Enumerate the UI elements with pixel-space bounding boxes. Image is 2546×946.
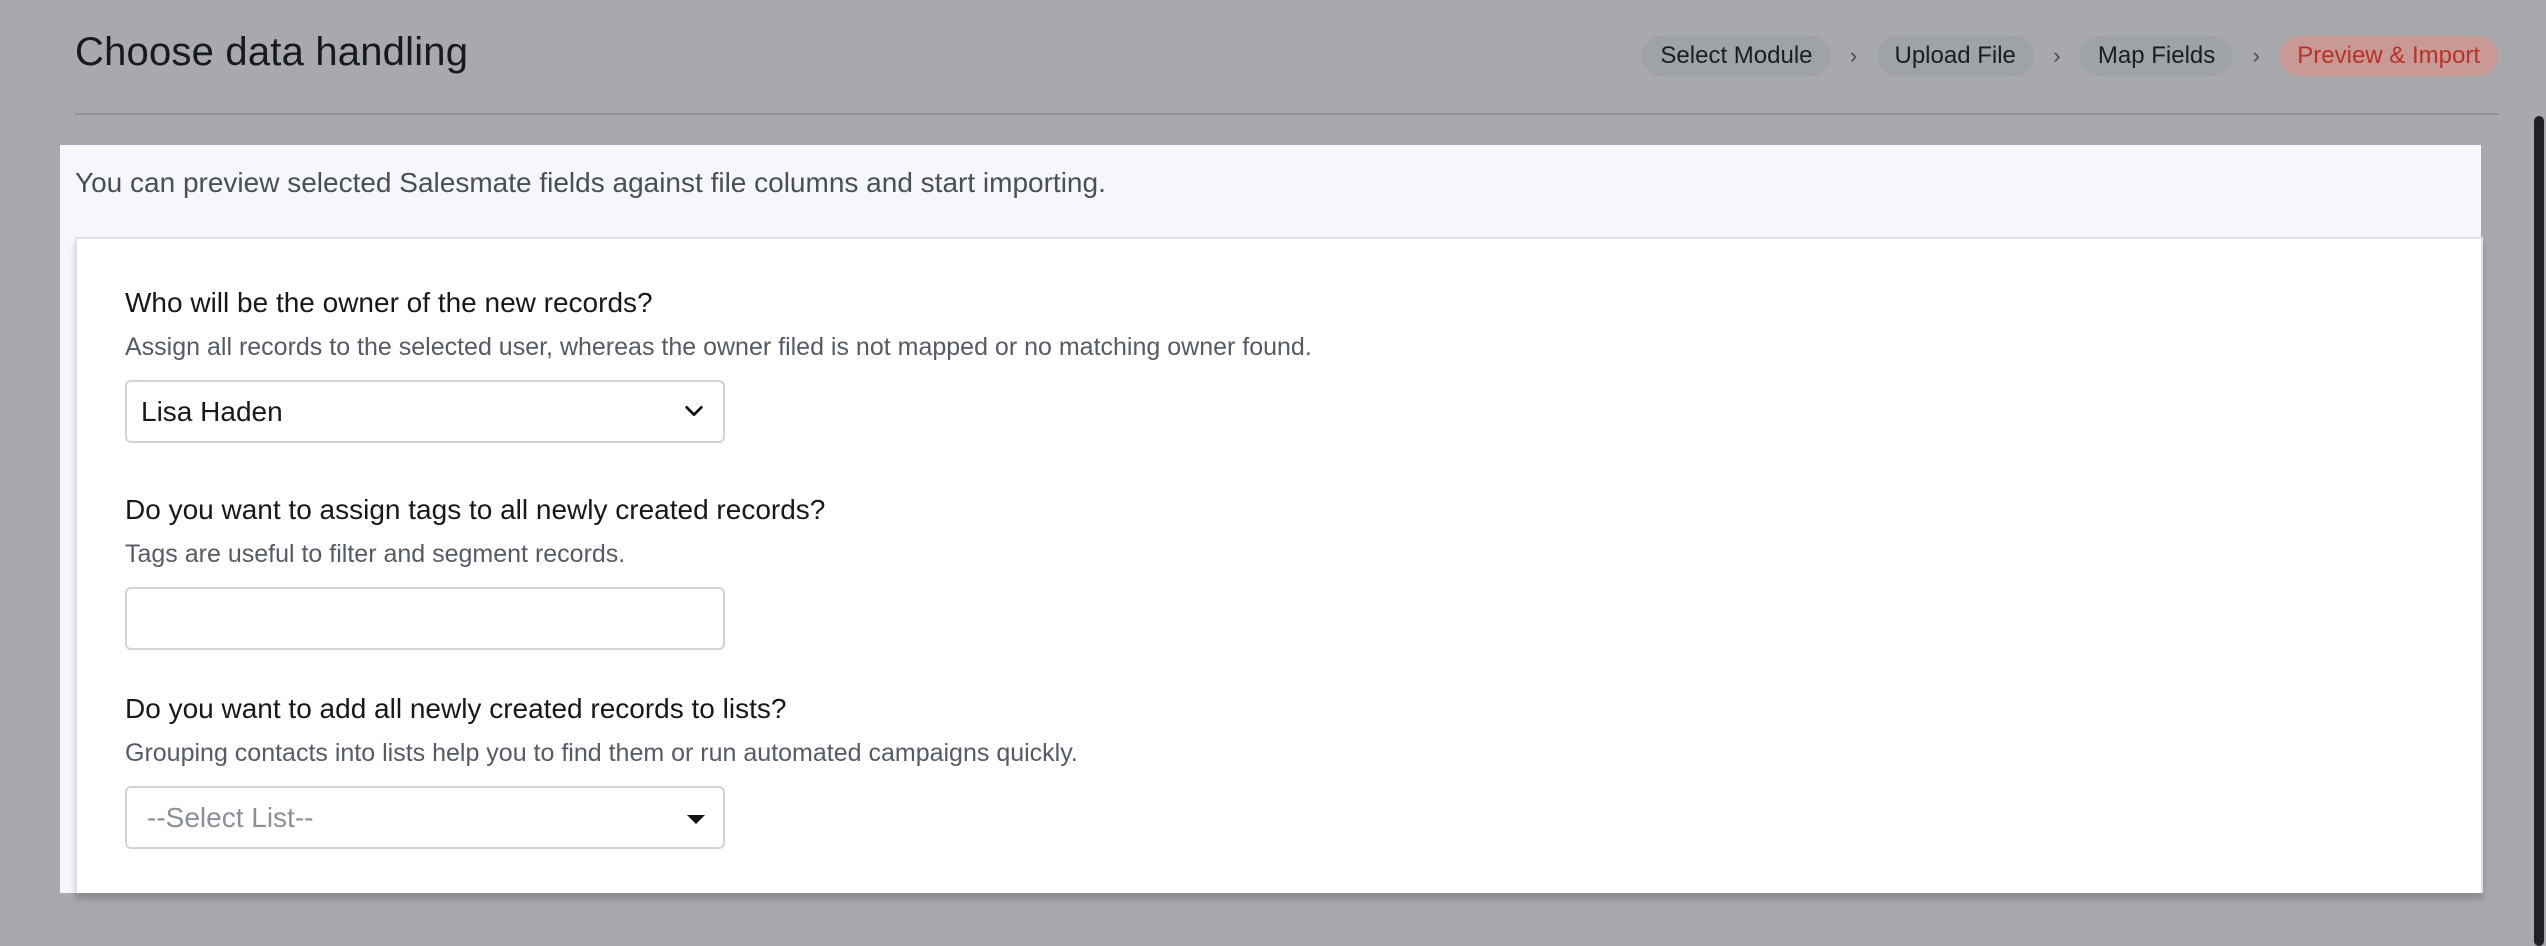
step-preview-import[interactable]: Preview & Import bbox=[2279, 36, 2498, 76]
tags-field[interactable] bbox=[125, 587, 725, 650]
owner-select[interactable]: Lisa Haden bbox=[125, 380, 725, 443]
owner-select-value: Lisa Haden bbox=[141, 396, 283, 427]
tags-help-text: Tags are useful to filter and segment re… bbox=[125, 540, 626, 568]
tags-section: Do you want to assign tags to all newly … bbox=[125, 494, 825, 650]
header-divider bbox=[75, 113, 2499, 115]
lists-select[interactable]: --Select List-- bbox=[125, 786, 725, 849]
chevron-right-icon: › bbox=[2053, 43, 2061, 68]
step-select-module[interactable]: Select Module bbox=[1642, 36, 1831, 76]
import-steps-breadcrumb: Select Module › Upload File › Map Fields… bbox=[1642, 36, 2498, 76]
chevron-right-icon: › bbox=[2252, 43, 2260, 68]
lists-select-placeholder: --Select List-- bbox=[147, 802, 314, 833]
chevron-down-icon bbox=[685, 405, 703, 417]
main-panel: You can preview selected Salesmate field… bbox=[60, 145, 2483, 893]
step-upload-file[interactable]: Upload File bbox=[1876, 36, 2034, 76]
chevron-right-icon: › bbox=[1849, 43, 1858, 68]
data-handling-card: Who will be the owner of the new records… bbox=[75, 237, 2483, 893]
owner-help-text: Assign all records to the selected user,… bbox=[125, 333, 1312, 361]
page-title: Choose data handling bbox=[75, 30, 469, 74]
import-page: Choose data handling Select Module › Upl… bbox=[0, 0, 2546, 946]
owner-question: Who will be the owner of the new records… bbox=[125, 287, 653, 318]
lists-section: Do you want to add all newly created rec… bbox=[125, 693, 1078, 849]
tags-question: Do you want to assign tags to all newly … bbox=[125, 494, 826, 525]
lists-question: Do you want to add all newly created rec… bbox=[125, 693, 787, 724]
step-map-fields[interactable]: Map Fields bbox=[2079, 36, 2234, 76]
lists-help-text: Grouping contacts into lists help you to… bbox=[125, 739, 1078, 767]
owner-section: Who will be the owner of the new records… bbox=[125, 287, 1312, 443]
scrollbar-thumb[interactable] bbox=[2534, 116, 2544, 946]
caret-down-icon bbox=[687, 815, 705, 824]
tags-input[interactable] bbox=[127, 589, 723, 648]
intro-text: You can preview selected Salesmate field… bbox=[75, 167, 1106, 198]
